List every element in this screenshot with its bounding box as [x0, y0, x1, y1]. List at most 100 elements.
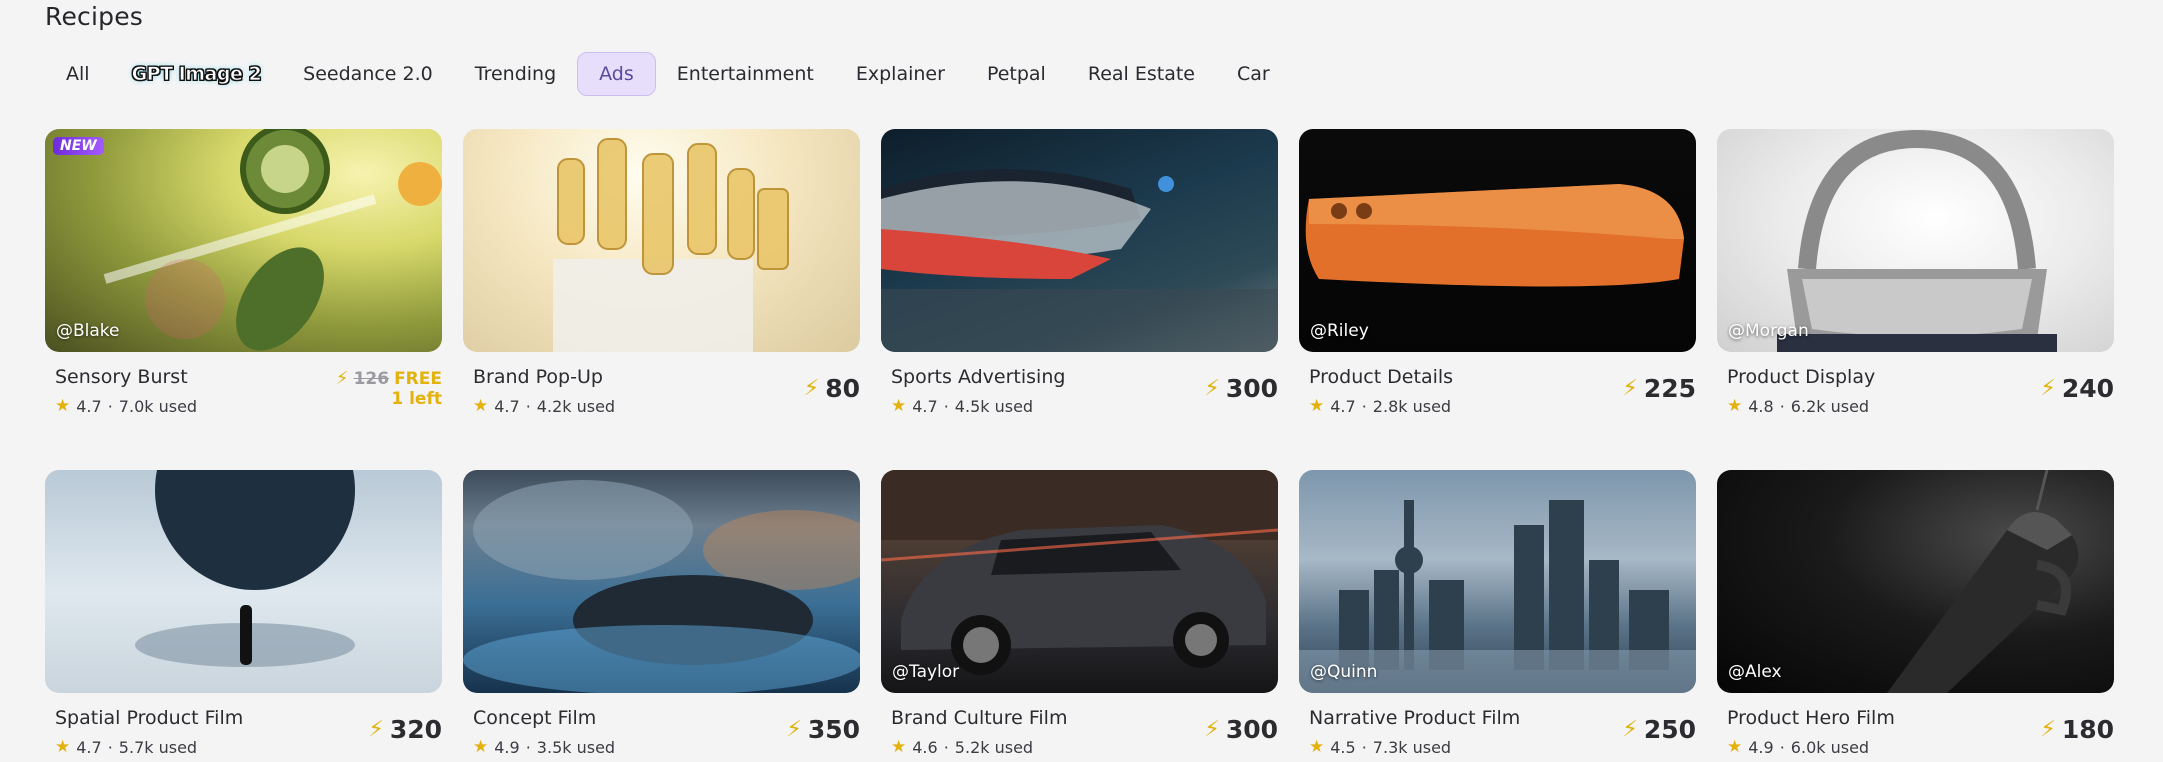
recipe-thumbnail[interactable]: @Morgan: [1717, 129, 2114, 352]
recipe-thumbnail[interactable]: [463, 129, 860, 352]
star-icon: ★: [473, 396, 489, 416]
rating: 4.7: [1330, 396, 1356, 416]
tab-seedance[interactable]: Seedance 2.0: [282, 52, 454, 96]
author-handle: @Morgan: [1728, 321, 1809, 341]
recipe-thumbnail[interactable]: @Riley: [1299, 129, 1696, 352]
recipe-card-concept-film[interactable]: Concept Film ★ 4.9 · 3.5k used ⚡ 350: [463, 470, 860, 757]
author-handle: @Taylor: [892, 662, 960, 682]
recipe-card-sports-advertising[interactable]: Sports Advertising ★ 4.7 · 4.5k used ⚡ 300: [881, 129, 1278, 416]
thumbnail-illustration: [881, 169, 1278, 352]
recipe-meta: Spatial Product Film ★ 4.7 · 5.7k used ⚡ 3…: [45, 693, 442, 757]
separator: ·: [1361, 737, 1367, 757]
recipe-meta: Product Hero Film ★ 4.9 · 6.0k used ⚡ 180: [1717, 693, 2114, 757]
separator: ·: [107, 396, 113, 416]
star-icon: ★: [473, 737, 489, 757]
separator: ·: [525, 396, 531, 416]
separator: ·: [943, 737, 949, 757]
usage-count: 7.0k used: [118, 396, 198, 416]
recipe-card-product-hero-film[interactable]: @Alex Product Hero Film ★ 4.9 · 6.0k used …: [1717, 470, 2114, 757]
recipe-card-spatial-product-film[interactable]: Spatial Product Film ★ 4.7 · 5.7k used ⚡ 3…: [45, 470, 442, 757]
recipe-card-product-details[interactable]: @Riley Product Details ★ 4.7 · 2.8k used ⚡…: [1299, 129, 1696, 416]
thumbnail-illustration: [1777, 129, 2057, 352]
author-handle: @Quinn: [1310, 662, 1378, 682]
usage-count: 4.2k used: [536, 396, 616, 416]
rating: 4.7: [912, 396, 938, 416]
lightning-bolt-icon: ⚡: [2040, 376, 2056, 401]
price-tag: ⚡ 320: [368, 715, 442, 744]
recipe-card-product-display[interactable]: @Morgan Product Display ★ 4.8 · 6.2k used …: [1717, 129, 2114, 416]
recipe-thumbnail[interactable]: NEW @Blake: [45, 129, 442, 352]
recipe-card-brand-pop-up[interactable]: Brand Pop-Up ★ 4.7 · 4.2k used ⚡ 80: [463, 129, 860, 416]
tab-gpt-image-2[interactable]: GPT Image 2: [111, 52, 283, 96]
lightning-bolt-icon: ⚡: [2040, 717, 2056, 742]
new-badge: NEW: [53, 137, 104, 155]
recipe-grid: NEW @Blake Sensory Burst ★ 4.7 · 7.0k used…: [45, 129, 2116, 757]
credit-cost: 300: [1225, 715, 1278, 744]
lightning-bolt-icon: ⚡: [786, 717, 802, 742]
credit-cost: 350: [807, 715, 860, 744]
page-title: Recipes: [45, 2, 143, 31]
tab-all[interactable]: All: [45, 52, 111, 96]
lightning-bolt-icon: ⚡: [1204, 717, 1220, 742]
lightning-bolt-icon: ⚡: [803, 376, 820, 401]
original-price: 126: [353, 368, 390, 389]
thumbnail-illustration: [463, 480, 860, 693]
usage-count: 6.2k used: [1790, 396, 1870, 416]
credit-cost: 80: [825, 374, 860, 403]
rating: 4.6: [912, 737, 938, 757]
recipe-thumbnail[interactable]: [45, 470, 442, 693]
star-icon: ★: [55, 737, 71, 757]
credit-cost: 300: [1225, 374, 1278, 403]
tab-trending[interactable]: Trending: [454, 52, 577, 96]
recipe-meta: Product Display ★ 4.8 · 6.2k used ⚡ 240: [1717, 352, 2114, 416]
recipe-thumbnail[interactable]: [881, 129, 1278, 352]
thumbnail-illustration: [1299, 500, 1696, 693]
price-tag: ⚡ 250: [1622, 715, 1696, 744]
star-icon: ★: [891, 396, 907, 416]
lightning-bolt-icon: ⚡: [368, 717, 384, 742]
recipe-thumbnail[interactable]: @Taylor: [881, 470, 1278, 693]
recipe-thumbnail[interactable]: @Quinn: [1299, 470, 1696, 693]
usage-count: 3.5k used: [536, 737, 616, 757]
thumbnail-illustration: [881, 470, 1278, 675]
price-tag: ⚡ 300: [1204, 374, 1278, 403]
thumbnail-illustration: [1887, 470, 2079, 693]
recipe-meta: Narrative Product Film ★ 4.5 · 7.3k used ⚡…: [1299, 693, 1696, 757]
rating: 4.7: [494, 396, 520, 416]
star-icon: ★: [55, 396, 71, 416]
recipe-name: Brand Pop-Up: [473, 366, 603, 388]
author-handle: @Blake: [56, 321, 120, 341]
tab-ads[interactable]: Ads: [577, 52, 656, 96]
price-tag: ⚡ 80: [804, 374, 860, 403]
rating: 4.8: [1748, 396, 1774, 416]
usage-count: 5.2k used: [954, 737, 1034, 757]
credit-cost: 250: [1643, 715, 1696, 744]
category-tabs: All GPT Image 2 Seedance 2.0 Trending Ad…: [45, 52, 1291, 96]
remaining-count: 1 left: [391, 389, 442, 409]
price-tag: ⚡ 300: [1204, 715, 1278, 744]
recipe-stats: ★ 4.7 · 4.2k used: [473, 396, 850, 416]
recipe-card-brand-culture-film[interactable]: @Taylor Brand Culture Film ★ 4.6 · 5.2k us…: [881, 470, 1278, 757]
author-handle: @Riley: [1310, 321, 1369, 341]
separator: ·: [1779, 396, 1785, 416]
recipe-card-narrative-product-film[interactable]: @Quinn Narrative Product Film ★ 4.5 · 7.3k…: [1299, 470, 1696, 757]
thumbnail-illustration: [135, 470, 355, 667]
recipe-thumbnail[interactable]: [463, 470, 860, 693]
author-handle: @Alex: [1728, 662, 1782, 682]
recipe-meta: Sports Advertising ★ 4.7 · 4.5k used ⚡ 300: [881, 352, 1278, 416]
tab-entertainment[interactable]: Entertainment: [656, 52, 835, 96]
recipe-card-sensory-burst[interactable]: NEW @Blake Sensory Burst ★ 4.7 · 7.0k used…: [45, 129, 442, 416]
separator: ·: [943, 396, 949, 416]
recipe-thumbnail[interactable]: @Alex: [1717, 470, 2114, 693]
tab-explainer[interactable]: Explainer: [835, 52, 966, 96]
tab-car[interactable]: Car: [1216, 52, 1291, 96]
tab-petpal[interactable]: Petpal: [966, 52, 1067, 96]
lightning-bolt-icon: ⚡: [1622, 717, 1638, 742]
usage-count: 5.7k used: [118, 737, 198, 757]
tab-real-estate[interactable]: Real Estate: [1067, 52, 1216, 96]
rating: 4.9: [494, 737, 520, 757]
usage-count: 7.3k used: [1372, 737, 1452, 757]
recipe-meta: Brand Culture Film ★ 4.6 · 5.2k used ⚡ 300: [881, 693, 1278, 757]
rating: 4.5: [1330, 737, 1356, 757]
separator: ·: [107, 737, 113, 757]
